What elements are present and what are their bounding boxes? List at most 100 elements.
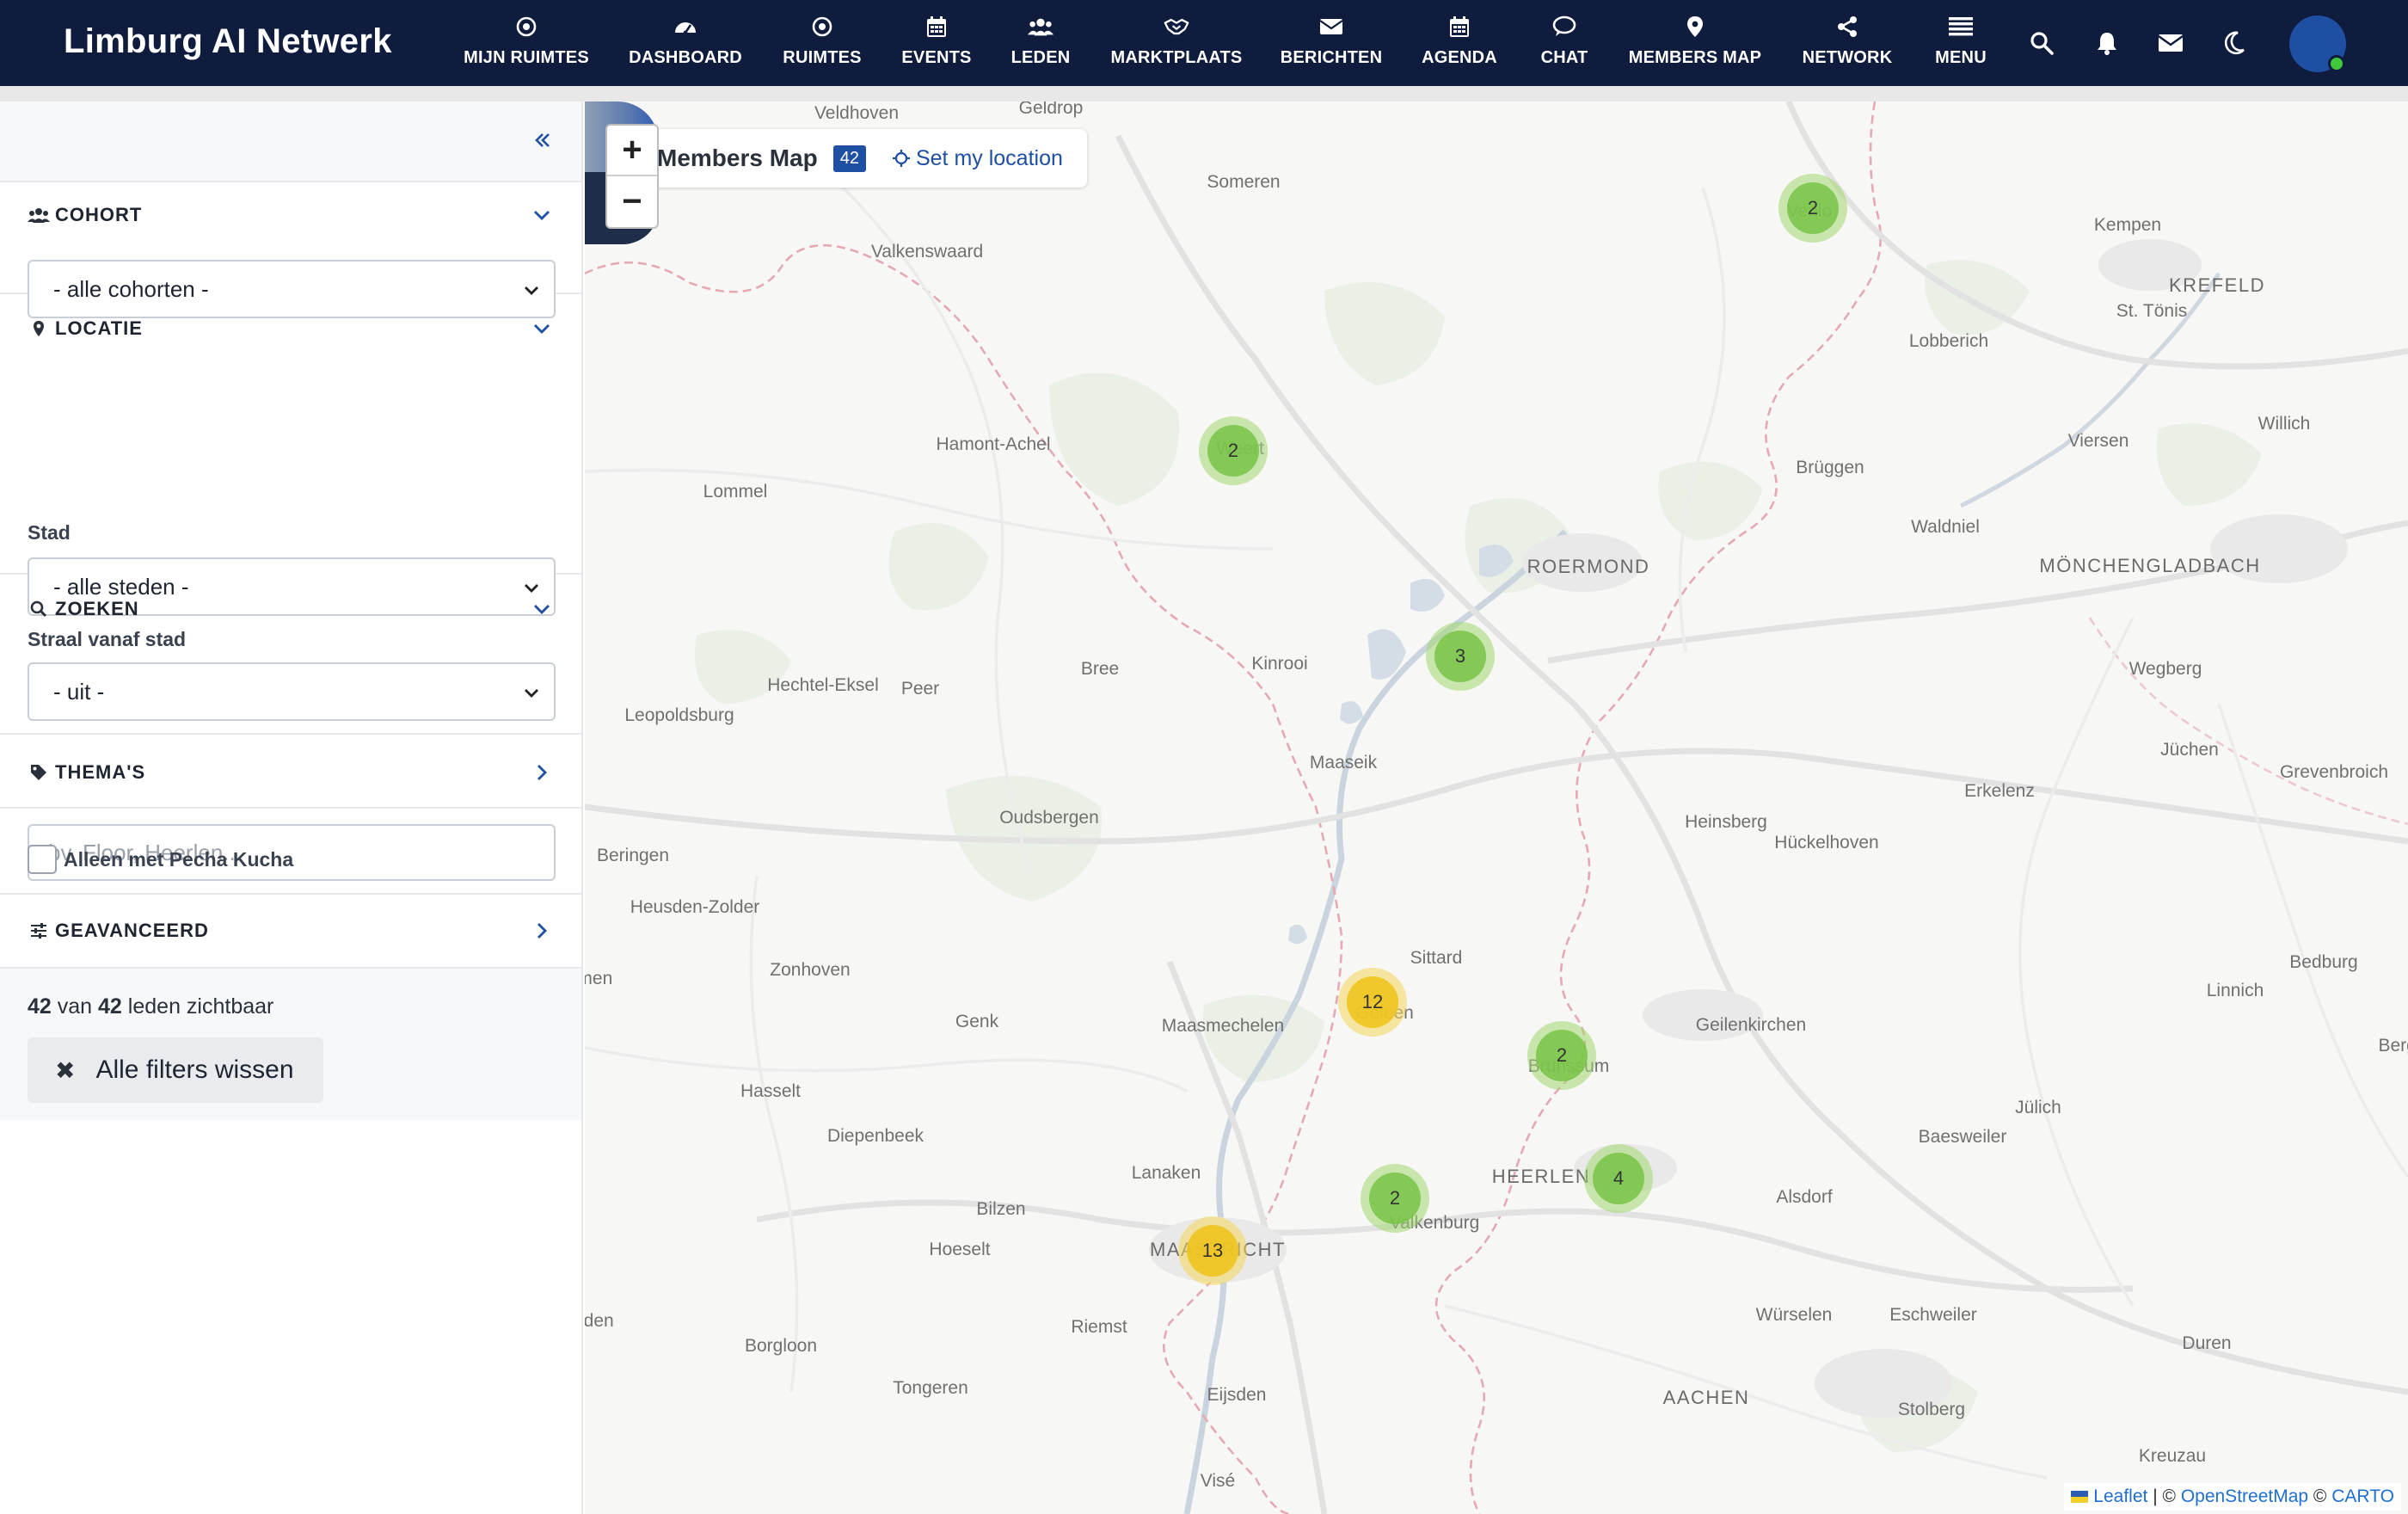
map-place-label: Oudsbergen xyxy=(999,808,1099,828)
nav-dashboard[interactable]: DASHBOARD xyxy=(628,12,743,76)
nav-mijn-ruimtes[interactable]: MIJN RUIMTES xyxy=(464,12,589,76)
results-summary: 42 van 42 leden zichtbaar ✖ Alle filters… xyxy=(0,969,581,1120)
bell-icon[interactable] xyxy=(2093,29,2121,57)
map-place-label: Würselen xyxy=(1755,1305,1833,1325)
nav-leden[interactable]: LEDEN xyxy=(1006,12,1075,76)
map-place-label: Bedburg xyxy=(2289,952,2358,972)
map-pin-icon xyxy=(1682,14,1708,40)
section-title: ZOEKEN xyxy=(55,598,139,619)
nav-ruimtes[interactable]: RUIMTES xyxy=(779,12,865,76)
themas-section: THEMA'S xyxy=(0,735,581,809)
nav-label: LEDEN xyxy=(1010,48,1071,67)
nav-label: AGENDA xyxy=(1422,48,1497,67)
envelope-icon[interactable] xyxy=(2157,29,2184,57)
nav-marktplaats[interactable]: MARKTPLAATS xyxy=(1109,12,1244,76)
map-cluster-marker[interactable]: 12 xyxy=(1338,968,1407,1037)
cohort-section: COHORT - alle cohorten - xyxy=(0,182,581,318)
nav-members-map[interactable]: MEMBERS MAP xyxy=(1627,12,1763,76)
map-cluster-marker[interactable]: 13 xyxy=(1178,1216,1247,1285)
top-navbar: Limburg AI Netwerk MIJN RUIMTES DASHBOAR… xyxy=(0,0,2408,86)
nav-berichten[interactable]: BERICHTEN xyxy=(1278,12,1385,76)
map-place-label: Bergl xyxy=(2378,1036,2408,1055)
map-cluster-marker[interactable]: 2 xyxy=(1527,1021,1596,1090)
map-place-label: MÖNCHENGLADBACH xyxy=(2039,555,2261,576)
cluster-count: 4 xyxy=(1593,1153,1644,1204)
pecha-kucha-section: Alleen met Pecha Kucha xyxy=(0,809,581,895)
clear-filters-button[interactable]: ✖ Alle filters wissen xyxy=(28,1037,323,1103)
tag-icon xyxy=(28,761,50,784)
calendar-icon xyxy=(1447,14,1472,40)
leaflet-link[interactable]: Leaflet xyxy=(2093,1486,2147,1507)
map-place-label: Duren xyxy=(2182,1333,2232,1353)
geavanceerd-section: GEAVANCEERD xyxy=(0,895,581,969)
brand-logo[interactable]: Limburg AI Netwerk xyxy=(64,22,392,61)
map-place-label: Lanaken xyxy=(1131,1163,1201,1183)
cluster-count: 3 xyxy=(1434,631,1486,682)
map-place-label: Bilzen xyxy=(976,1199,1026,1219)
nav-label: MIJN RUIMTES xyxy=(464,48,589,67)
map-cluster-marker[interactable]: 4 xyxy=(1584,1144,1653,1213)
nav-menu[interactable]: MENU xyxy=(1930,12,1992,76)
zoom-out-button[interactable]: − xyxy=(607,176,657,227)
collapse-sidebar-button[interactable] xyxy=(530,126,556,155)
members-map[interactable]: Geldrop Veldhoven Someren Valkenswaard Kempe… xyxy=(585,102,2408,1514)
nav-chat[interactable]: CHAT xyxy=(1531,12,1598,76)
locatie-section-header[interactable]: LOCATIE xyxy=(28,308,554,349)
visible-count-text: 42 van 42 leden zichtbaar xyxy=(28,994,273,1019)
map-place-label: Zonhoven xyxy=(770,960,851,980)
users-icon xyxy=(28,204,50,226)
map-cluster-marker[interactable]: 3 xyxy=(1426,622,1495,691)
map-place-label: Kreuzau xyxy=(2138,1446,2207,1466)
zoeken-section-header[interactable]: ZOEKEN xyxy=(28,588,554,630)
cluster-count: 2 xyxy=(1369,1172,1421,1224)
map-place-label: Baesweiler xyxy=(1918,1127,2007,1147)
map-place-label: KREFELD xyxy=(2169,274,2265,296)
set-location-label: Set my location xyxy=(915,145,1063,170)
map-place-label: Eijsden xyxy=(1207,1385,1267,1405)
map-cluster-marker[interactable]: 2 xyxy=(1361,1164,1429,1233)
menu-icon xyxy=(1948,14,1974,40)
map-place-label: Alsdorf xyxy=(1776,1187,1833,1207)
zoeken-section: ZOEKEN bv. Floor, Heerlen... xyxy=(0,575,581,881)
double-chevron-left-icon xyxy=(535,133,550,147)
map-place-label: Hechtel-Eksel xyxy=(767,675,879,695)
map-place-label: Lobberich xyxy=(1908,331,1989,351)
map-place-label: Brüggen xyxy=(1796,458,1864,477)
filter-sidebar: COHORT - alle cohorten - LOCATIE Stad - … xyxy=(0,102,583,1514)
users-icon xyxy=(1028,14,1054,40)
nav-events[interactable]: EVENTS xyxy=(900,12,974,76)
nav-agenda[interactable]: AGENDA xyxy=(1421,12,1498,76)
map-place-label: Maasmechelen xyxy=(1161,1016,1285,1036)
carto-link[interactable]: CARTO xyxy=(2331,1486,2394,1507)
members-map-title: Members Map xyxy=(657,145,818,171)
chevron-down-icon xyxy=(530,317,554,341)
section-title: THEMA'S xyxy=(55,761,146,783)
map-place-label: Jüchen xyxy=(2160,740,2219,760)
map-place-label: Borgloon xyxy=(744,1336,818,1356)
osm-link[interactable]: OpenStreetMap xyxy=(2181,1486,2308,1507)
map-cluster-marker[interactable]: 2 xyxy=(1199,416,1268,485)
pecha-kucha-label[interactable]: Alleen met Pecha Kucha xyxy=(64,848,293,871)
map-place-label: Beringen xyxy=(596,846,670,865)
pecha-kucha-checkbox[interactable] xyxy=(28,845,57,874)
cohort-section-header[interactable]: COHORT xyxy=(28,194,554,236)
map-place-label: Heusden-Zolder xyxy=(630,897,760,917)
zoom-in-button[interactable]: + xyxy=(607,126,657,176)
map-place-label: Geldrop xyxy=(1018,102,1084,118)
map-place-label: ROERMOND xyxy=(1526,556,1650,577)
map-place-label: Jülich xyxy=(2015,1098,2061,1117)
map-cluster-marker[interactable]: 2 xyxy=(1778,174,1847,243)
themas-section-header[interactable]: THEMA'S xyxy=(28,752,554,793)
geavanceerd-section-header[interactable]: GEAVANCEERD xyxy=(28,910,554,951)
nav-network[interactable]: NETWORK xyxy=(1799,12,1895,76)
map-place-label: Hückelhoven xyxy=(1774,833,1879,852)
map-place-label: Waldniel xyxy=(1911,517,1980,537)
map-place-label: Diepenbeek xyxy=(826,1126,924,1146)
map-place-label: Genk xyxy=(955,1012,999,1031)
set-location-button[interactable]: Set my location xyxy=(892,146,1063,171)
search-icon[interactable] xyxy=(2028,29,2055,57)
moon-icon[interactable] xyxy=(2221,29,2248,57)
map-place-label: Hasselt xyxy=(740,1081,802,1101)
map-place-label: Erkelenz xyxy=(1964,781,2035,801)
visible-of-text: van xyxy=(57,994,93,1019)
